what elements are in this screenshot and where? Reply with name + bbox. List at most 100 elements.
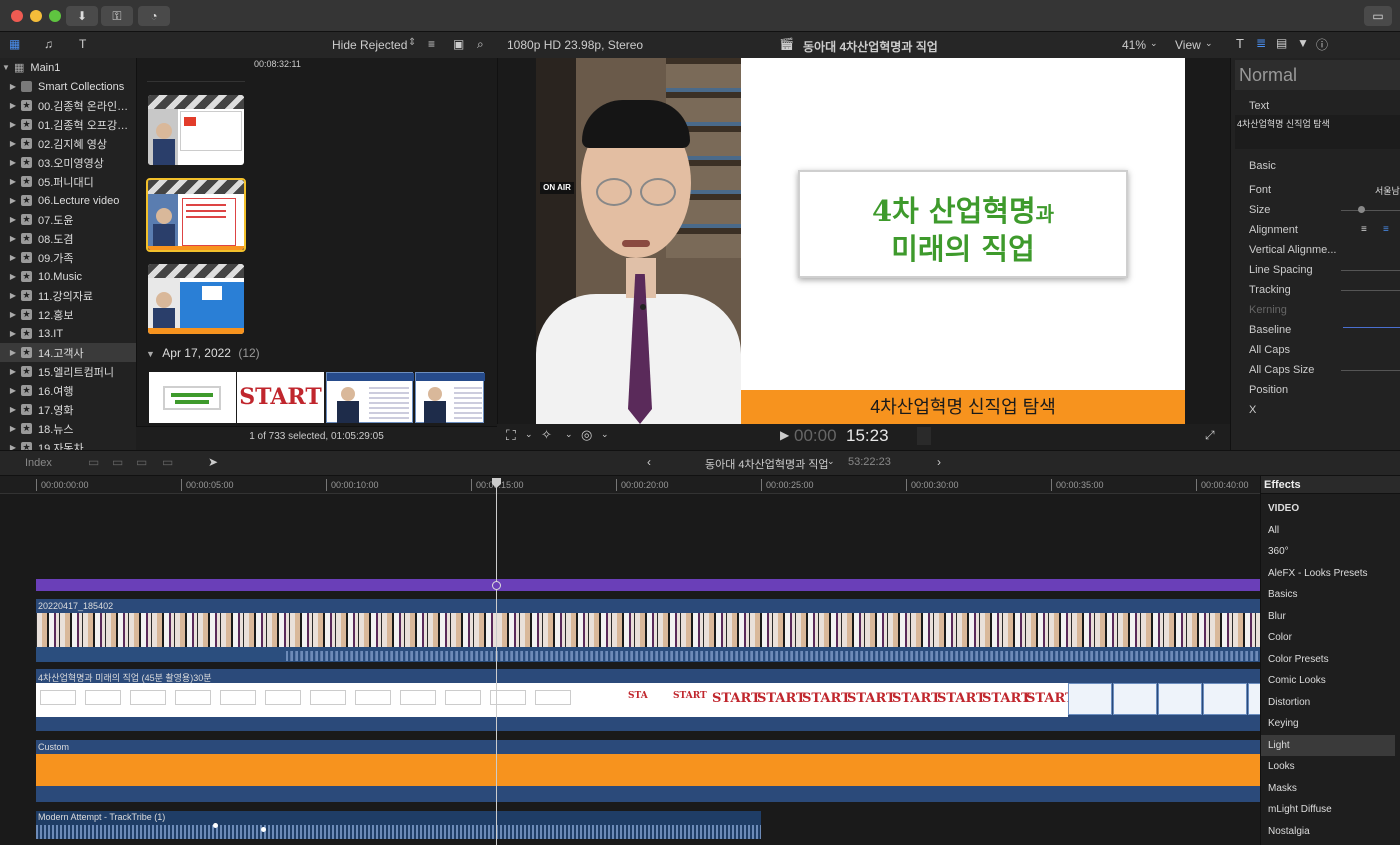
photos-audio-icon[interactable]: ♫ [44,37,53,51]
disclosure-right-icon[interactable]: ▶ [8,291,18,300]
disclosure-right-icon[interactable]: ▶ [8,310,18,319]
smart-collections-folder[interactable]: ▶ Smart Collections [0,77,136,96]
keyframe-dot[interactable] [261,827,266,832]
library-event-item[interactable]: ▶ ★ 11.강의자료 [0,286,136,305]
insert-clip-icon[interactable]: ▭ [112,455,123,469]
library-event-item[interactable]: ▶ ★ 06.Lecture video [0,191,136,210]
connect-clip-icon[interactable]: ▭ [88,455,99,469]
size-slider-knob[interactable] [1358,206,1365,213]
effects-category-item[interactable]: Color [1261,627,1395,648]
next-project-icon[interactable]: › [937,455,941,469]
library-event-item[interactable]: ▶ ★ 18.뉴스 [0,419,136,438]
filmstrip-thumb-start[interactable]: START [237,372,324,423]
line-spacing-slider[interactable] [1341,270,1400,271]
chevron-updown-icon[interactable]: ⇕ [408,37,416,48]
video-inspector-icon[interactable]: ▤ [1276,36,1287,50]
fullscreen-icon[interactable]: ⤢ [1205,428,1215,443]
disclosure-right-icon[interactable]: ▶ [8,367,18,376]
index-button[interactable]: Index [25,457,52,469]
align-center-icon[interactable]: ≡ [1383,224,1389,235]
library-event-item[interactable]: ▶ ★ 13.IT [0,324,136,343]
minimize-window-button[interactable] [30,10,42,22]
libraries-icon[interactable]: ▦ [9,37,20,51]
paragraph-icon[interactable]: ≣ [1256,36,1266,50]
chevron-down-icon[interactable]: ⌄ [525,429,533,440]
previous-project-icon[interactable]: ‹ [647,455,651,469]
video-clip[interactable]: 20220417_185402 [36,599,1260,662]
effects-category-item[interactable]: Masks [1261,778,1395,799]
library-event-item[interactable]: ▶ ★ 08.도겸 [0,229,136,248]
disclosure-right-icon[interactable]: ▶ [8,101,18,110]
align-left-icon[interactable]: ≡ [1361,224,1367,235]
text-inspector-icon[interactable]: T [1236,36,1244,51]
library-event-item[interactable]: ▶ ★ 05.퍼니대디 [0,172,136,191]
tracking-slider[interactable] [1341,290,1400,291]
library-event-item[interactable]: ▶ ★ 07.도윤 [0,210,136,229]
view-menu[interactable]: View [1175,38,1201,52]
library-event-item[interactable]: ▶ ★ 10.Music [0,267,136,286]
disclosure-right-icon[interactable]: ▶ [8,424,18,433]
effects-category-item[interactable]: AleFX - Looks Presets [1261,563,1395,584]
chevron-down-icon[interactable]: ⌄ [1205,38,1213,49]
size-slider[interactable] [1341,210,1400,211]
all-caps-size-slider[interactable] [1341,370,1400,371]
effects-category-item[interactable]: Basics [1261,584,1395,605]
chevron-down-icon[interactable]: ⌄ [565,429,573,440]
timeline-project-name[interactable]: 동아대 4차산업혁명과 직업 [705,456,829,472]
event-clip-thumbnail[interactable] [148,264,244,334]
effects-category-item[interactable]: Looks [1261,756,1395,777]
disclosure-right-icon[interactable]: ▶ [8,443,18,450]
disclosure-right-icon[interactable]: ▶ [8,234,18,243]
effects-category-item[interactable]: Distortion [1261,692,1395,713]
enhance-wand-icon[interactable]: ✧ [541,427,552,443]
library-event-item[interactable]: ▶ ★ 16.여행 [0,381,136,400]
chevron-down-icon[interactable]: ⌄ [827,456,835,467]
filmstrip-thumb[interactable] [415,372,485,423]
effects-category-item[interactable]: Keying [1261,713,1395,734]
library-event-item[interactable]: ▶ ★ 09.가족 [0,248,136,267]
effects-category-item[interactable]: Comic Looks [1261,670,1395,691]
workspace-icon[interactable]: ▭ [1364,6,1392,26]
text-field[interactable]: 4차산업혁명 신직업 탐색 [1235,115,1400,149]
library-event-item[interactable]: ▶ ★ 15.엘리트컴퍼니 [0,362,136,381]
date-group-header[interactable]: ▼ Apr 17, 2022 (12) [146,346,260,360]
clip-appearance-icon[interactable]: ▣ [453,37,464,51]
library-event-item[interactable]: ▶ ★ 17.영화 [0,400,136,419]
play-icon[interactable]: ▶ [780,428,789,442]
library-event-item[interactable]: ▶ ★ 02.김지혜 영상 [0,134,136,153]
import-icon[interactable]: ⬇ [66,6,98,26]
disclosure-right-icon[interactable]: ▶ [8,196,18,205]
library-event-item[interactable]: ▶ ★ 12.홍보 [0,305,136,324]
chevron-down-icon[interactable]: ⌄ [1150,38,1158,49]
chevron-down-icon[interactable]: ⌄ [601,429,609,440]
list-view-icon[interactable]: ≡ [428,37,435,51]
background-tasks-icon[interactable]: ◔ [138,6,170,26]
overwrite-clip-icon[interactable]: ▭ [162,455,173,469]
filmstrip-thumb[interactable] [326,372,414,423]
effects-category-item[interactable]: Blur [1261,606,1395,627]
search-icon[interactable]: ⌕ [477,37,484,52]
disclosure-right-icon[interactable]: ▶ [8,215,18,224]
disclosure-right-icon[interactable]: ▶ [8,82,18,91]
text-style-preset[interactable]: Normal [1235,60,1400,90]
keyword-key-icon[interactable]: ⚿ [101,6,133,26]
library-event-item[interactable]: ▶ ★ 03.오미영영상 [0,153,136,172]
disclosure-down-icon[interactable]: ▼ [146,349,155,359]
effects-category-item[interactable]: 360° [1261,541,1395,562]
library-event-item[interactable]: ▶ ★ 14.고객사 [0,343,136,362]
info-icon[interactable]: ⓘ [1316,36,1328,53]
disclosure-down-icon[interactable]: ▼ [2,63,12,72]
zoom-window-button[interactable] [49,10,61,22]
timeline-ruler[interactable]: 00:00:00:0000:00:05:0000:00:10:0000:00:1… [0,476,1260,494]
disclosure-right-icon[interactable]: ▶ [8,329,18,338]
disclosure-right-icon[interactable]: ▶ [8,120,18,129]
disclosure-right-icon[interactable]: ▶ [8,177,18,186]
event-clip-thumbnail-selected[interactable] [148,180,244,250]
effects-category-item[interactable]: mLight Diffuse [1261,799,1395,820]
speed-icon[interactable]: ◎ [581,427,592,443]
baseline-slider[interactable] [1343,327,1400,328]
disclosure-right-icon[interactable]: ▶ [8,139,18,148]
color-inspector-icon[interactable]: ▼ [1297,36,1309,50]
library-root[interactable]: ▼ ▦ Main1 [0,58,136,77]
select-tool-icon[interactable]: ➤ [208,455,218,469]
